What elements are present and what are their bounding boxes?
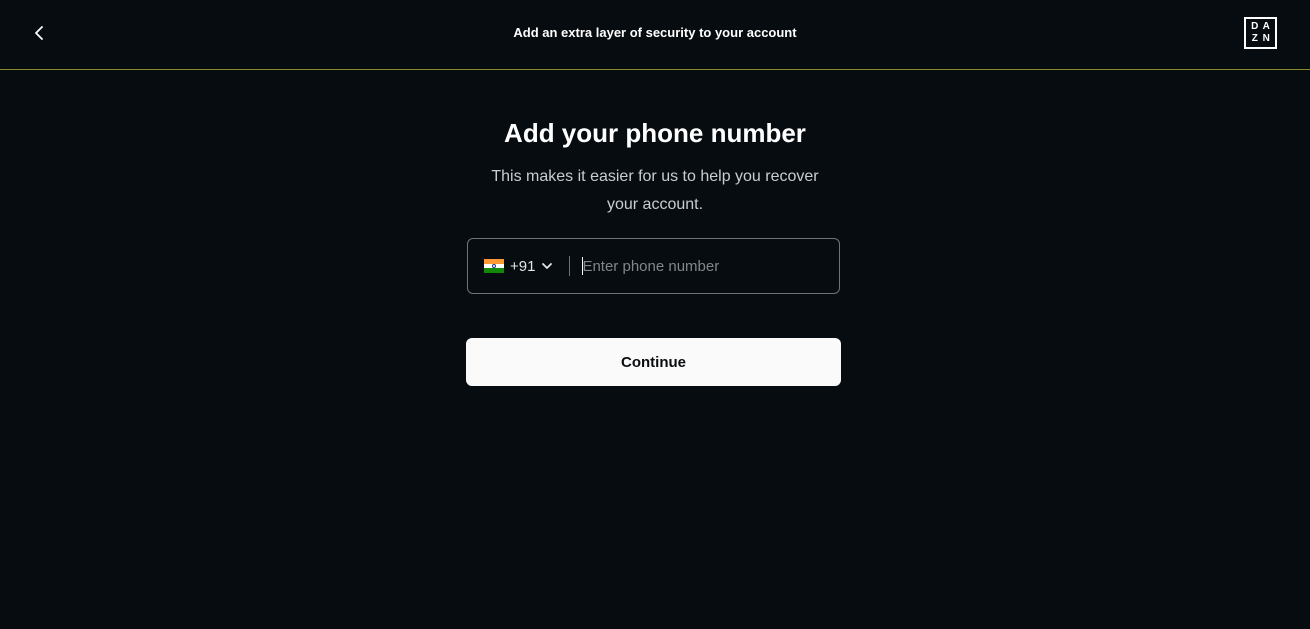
phone-number-field: +91 [467, 238, 840, 294]
dial-code: +91 [510, 257, 536, 275]
logo-letter: N [1262, 33, 1270, 44]
logo-letter: D [1251, 21, 1259, 32]
continue-button[interactable]: Continue [466, 338, 841, 386]
header-title: Add an extra layer of security to your a… [513, 25, 797, 40]
text-cursor [582, 257, 583, 275]
top-header: Add an extra layer of security to your a… [0, 0, 1310, 70]
country-code-select[interactable]: +91 [468, 239, 569, 293]
india-flag-icon [484, 259, 504, 274]
chevron-down-icon [542, 263, 553, 269]
phone-number-input[interactable] [570, 239, 839, 293]
page-title: Add your phone number [504, 118, 806, 148]
logo-letter: Z [1251, 33, 1258, 44]
logo-letter: A [1262, 21, 1270, 32]
dazn-logo: D A Z N [1244, 17, 1277, 49]
page-subtitle: This makes it easier for us to help you … [491, 168, 819, 213]
